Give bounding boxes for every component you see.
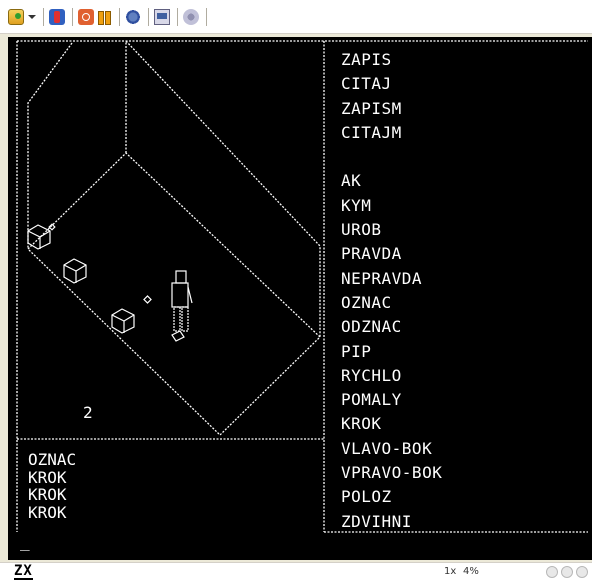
menu-item[interactable]: NEPRAVDA xyxy=(341,267,442,291)
menu-item[interactable]: ODZNAC xyxy=(341,315,442,339)
isometric-room xyxy=(27,40,321,436)
menu-item[interactable]: ZAPISM xyxy=(341,97,442,121)
menu-item[interactable]: PRAVDA xyxy=(341,242,442,266)
history-item: KROK xyxy=(28,502,67,522)
menu-item[interactable]: VLAVO-BOK xyxy=(341,437,442,461)
menu-item[interactable]: RYCHLO xyxy=(341,364,442,388)
history-item: OZNAC xyxy=(28,450,77,469)
robot-figure xyxy=(171,270,193,342)
user-icon[interactable] xyxy=(49,8,65,25)
power-icon[interactable] xyxy=(78,8,94,25)
menu-item[interactable]: POMALY xyxy=(341,388,442,412)
input-prompt[interactable]: _ xyxy=(20,533,30,551)
zx-logo: ZX xyxy=(14,563,33,580)
open-icon[interactable] xyxy=(8,8,24,25)
screen-frame xyxy=(16,40,588,533)
menu-item[interactable]: VPRAVO-BOK xyxy=(341,461,442,485)
menu-item[interactable]: OZNAC xyxy=(341,291,442,315)
command-menu: ZAPIS CITAJ ZAPISM CITAJM AK KYM UROB PR… xyxy=(341,48,442,534)
cube-3 xyxy=(111,308,135,334)
toolbar-separator xyxy=(177,7,178,26)
speed-indicator: 1x xyxy=(444,566,457,577)
toolbar-separator xyxy=(119,7,120,26)
menu-item[interactable]: KROK xyxy=(341,412,442,436)
cube-markers xyxy=(27,223,152,334)
cube-1 xyxy=(27,224,51,250)
mark-dot xyxy=(143,295,152,304)
menu-item[interactable]: ZAPIS xyxy=(341,48,442,72)
toolbar-separator xyxy=(206,7,207,26)
status-led-icon xyxy=(576,566,588,578)
toolbar xyxy=(0,0,592,34)
menu-item[interactable]: CITAJ xyxy=(341,72,442,96)
mark-dot xyxy=(48,223,56,231)
menu-gap xyxy=(341,145,442,169)
menu-item[interactable]: POLOZ xyxy=(341,485,442,509)
cube-2 xyxy=(63,258,87,284)
network-icon[interactable] xyxy=(183,8,199,25)
history-item: KROK xyxy=(28,485,67,504)
percent-indicator: 4% xyxy=(463,566,479,577)
toolbar-separator xyxy=(72,7,73,26)
status-led-icon xyxy=(561,566,573,578)
page-number: 2 xyxy=(83,403,93,422)
menu-item[interactable]: KYM xyxy=(341,194,442,218)
status-bar: ZX 1x 4% xyxy=(0,562,592,582)
emulator-screen[interactable]: ZAPIS CITAJ ZAPISM CITAJM AK KYM UROB PR… xyxy=(8,37,592,560)
status-led-icon xyxy=(546,566,558,578)
menu-item[interactable]: UROB xyxy=(341,218,442,242)
history-item: KROK xyxy=(28,467,67,487)
screen-icon[interactable] xyxy=(154,8,170,25)
dropdown-caret-icon[interactable] xyxy=(26,9,36,25)
gear-icon[interactable] xyxy=(125,8,141,25)
menu-item[interactable]: AK xyxy=(341,169,442,193)
command-history: OZNAC KROK KROK KROK xyxy=(28,451,76,521)
toolbar-separator xyxy=(148,7,149,26)
menu-item[interactable]: CITAJM xyxy=(341,121,442,145)
pause-icon[interactable] xyxy=(96,9,112,25)
toolbar-separator xyxy=(43,7,44,26)
menu-item[interactable]: ZDVIHNI xyxy=(341,510,442,534)
menu-item[interactable]: PIP xyxy=(341,340,442,364)
